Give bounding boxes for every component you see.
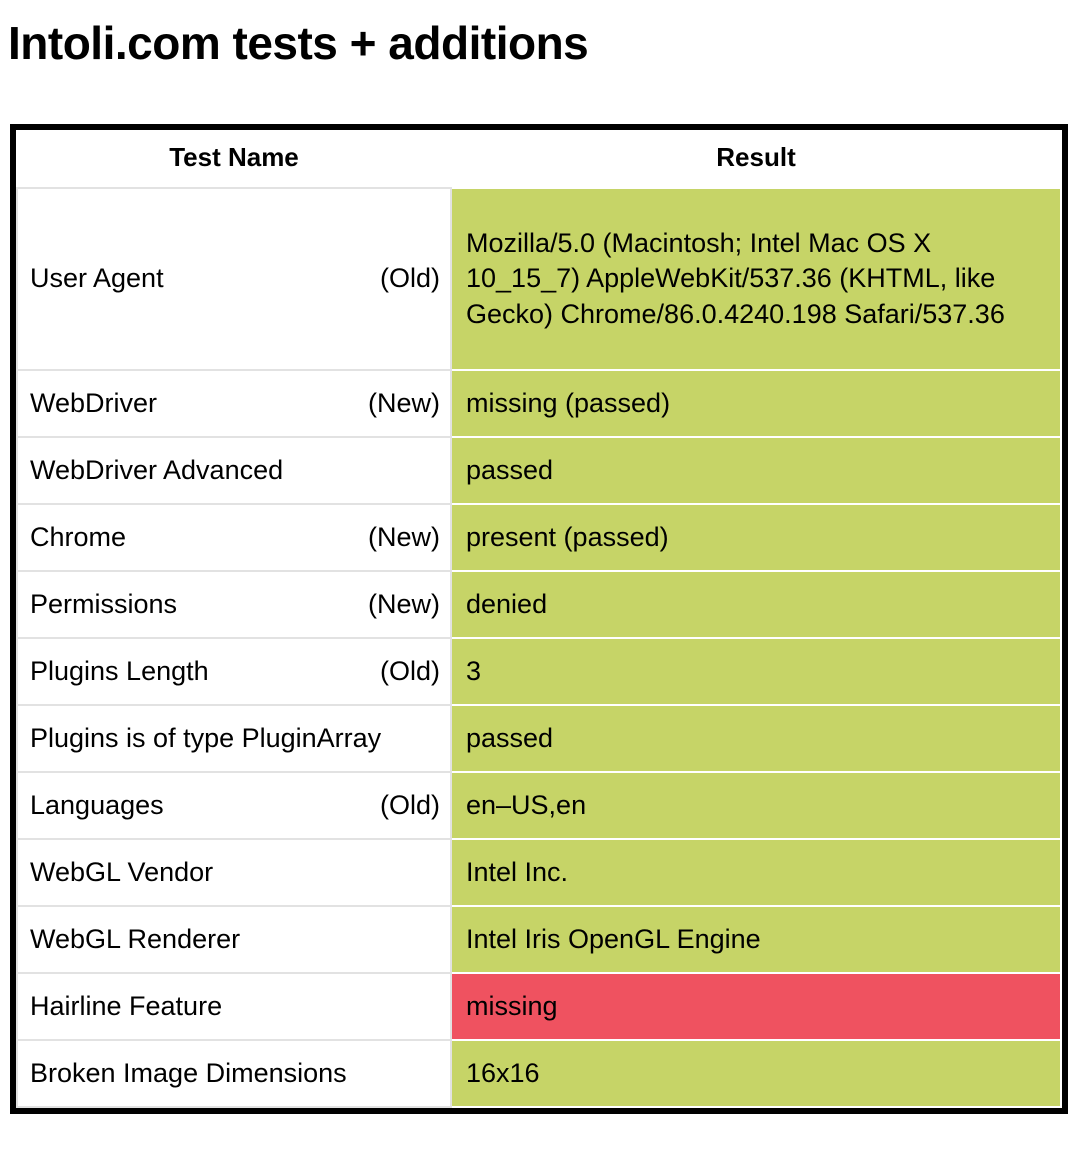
test-name-label: Plugins Length — [30, 655, 209, 686]
test-name-cell: Plugins is of type PluginArray — [16, 704, 452, 773]
test-name-cell: User Agent (Old) — [16, 187, 452, 371]
test-result-cell: missing (passed) — [450, 369, 1062, 438]
test-age-tag: (Old) — [380, 789, 440, 820]
table-row: User Agent (Old) Mozilla/5.0 (Macintosh; I… — [16, 187, 1062, 371]
table-header-row: Test Name Result — [17, 130, 1061, 188]
table-row: Permissions (New) denied — [16, 570, 1062, 639]
test-name-cell: Languages (Old) — [16, 771, 452, 840]
test-name-label: Chrome — [30, 521, 127, 552]
test-name-cell: WebDriver (New) — [16, 369, 452, 438]
table-row: Hairline Feature missing — [16, 972, 1062, 1041]
table-row: WebGL Vendor Intel Inc. — [16, 838, 1062, 907]
test-name-label: Broken Image Dimensions — [30, 1057, 347, 1088]
test-age-tag: (Old) — [380, 655, 440, 686]
test-age-tag: (New) — [368, 588, 440, 619]
test-name-label: Permissions — [30, 588, 178, 619]
test-result-cell: present (passed) — [450, 503, 1062, 572]
table-body: User Agent (Old) Mozilla/5.0 (Macintosh; I… — [16, 187, 1062, 1108]
test-name-layout: Plugins is of type PluginArray — [30, 721, 440, 756]
test-name-cell: Plugins Length (Old) — [16, 637, 452, 706]
test-age-tag: (New) — [368, 387, 440, 418]
test-result-cell: missing — [450, 972, 1062, 1041]
test-result-cell: Intel Inc. — [450, 838, 1062, 907]
test-name-cell: WebGL Renderer — [16, 905, 452, 974]
page-title: Intoli.com tests + additions — [8, 17, 589, 69]
table-row: Languages (Old) en–US,en — [16, 771, 1062, 840]
test-name-layout: Languages (Old) — [30, 788, 440, 823]
table-row: WebDriver Advanced passed — [16, 436, 1062, 505]
test-name-layout: Permissions (New) — [30, 587, 440, 622]
table-row: WebDriver (New) missing (passed) — [16, 369, 1062, 438]
test-name-label: WebGL Vendor — [30, 856, 214, 887]
table-row: Plugins Length (Old) 3 — [16, 637, 1062, 706]
test-name-label: User Agent — [30, 263, 164, 294]
test-name-label: WebGL Renderer — [30, 923, 241, 954]
test-name-layout: Chrome (New) — [30, 520, 440, 555]
test-age-tag: (New) — [368, 521, 440, 552]
test-result-cell: Mozilla/5.0 (Macintosh; Intel Mac OS X 1… — [450, 187, 1062, 371]
test-age-tag: (Old) — [380, 263, 440, 294]
test-name-cell: Permissions (New) — [16, 570, 452, 639]
test-name-label: Plugins is of type PluginArray — [30, 722, 382, 753]
test-name-layout: Plugins Length (Old) — [30, 654, 440, 689]
table-row: WebGL Renderer Intel Iris OpenGL Engine — [16, 905, 1062, 974]
test-name-layout: Hairline Feature — [30, 989, 440, 1024]
table-row: Chrome (New) present (passed) — [16, 503, 1062, 572]
results-table-frame: Test Name Result User Agent (Old) Mozilla/… — [10, 124, 1068, 1114]
test-result-cell: Intel Iris OpenGL Engine — [450, 905, 1062, 974]
test-name-cell: Broken Image Dimensions — [16, 1039, 452, 1108]
test-result-cell: passed — [450, 436, 1062, 505]
test-result-cell: passed — [450, 704, 1062, 773]
test-name-label: WebDriver Advanced — [30, 454, 284, 485]
test-name-layout: User Agent (Old) — [30, 261, 440, 296]
test-result-cell: denied — [450, 570, 1062, 639]
test-name-label: WebDriver — [30, 387, 158, 418]
test-result-cell: en–US,en — [450, 771, 1062, 840]
test-name-cell: WebDriver Advanced — [16, 436, 452, 505]
test-name-layout: WebDriver Advanced — [30, 453, 440, 488]
test-name-label: Hairline Feature — [30, 990, 223, 1021]
column-header-test-name: Test Name — [17, 130, 451, 188]
test-result-cell: 3 — [450, 637, 1062, 706]
test-result-cell: 16x16 — [450, 1039, 1062, 1108]
test-name-layout: WebGL Renderer — [30, 922, 440, 957]
test-name-layout: WebGL Vendor — [30, 855, 440, 890]
column-header-result: Result — [451, 130, 1061, 188]
fingerprint-results-table: Test Name Result User Agent (Old) Mozilla/… — [16, 130, 1062, 1108]
test-name-layout: WebDriver (New) — [30, 386, 440, 421]
test-name-cell: Hairline Feature — [16, 972, 452, 1041]
test-name-layout: Broken Image Dimensions — [30, 1056, 440, 1091]
test-name-label: Languages — [30, 789, 164, 820]
test-name-cell: Chrome (New) — [16, 503, 452, 572]
table-row: Plugins is of type PluginArray passed — [16, 704, 1062, 773]
table-header: Test Name Result — [17, 130, 1061, 188]
table-row: Broken Image Dimensions 16x16 — [16, 1039, 1062, 1108]
test-name-cell: WebGL Vendor — [16, 838, 452, 907]
